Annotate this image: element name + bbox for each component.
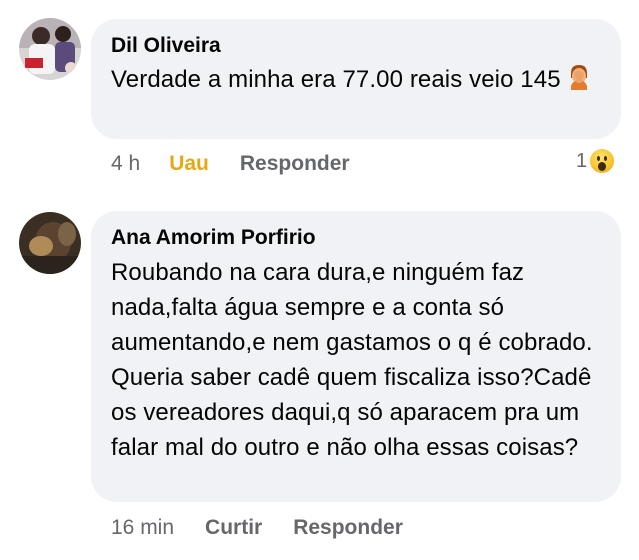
facepalm-emoji-icon <box>567 64 591 90</box>
comment-author[interactable]: Dil Oliveira <box>111 34 221 58</box>
comment-actions: 16 min Curtir Responder <box>111 516 403 540</box>
avatar-dil-oliveira[interactable] <box>19 18 81 80</box>
reply-button[interactable]: Responder <box>240 152 350 176</box>
comment-timestamp[interactable]: 4 h <box>111 152 140 176</box>
comment-ana-amorim-porfirio: Ana Amorim Porfirio Roubando na cara dur… <box>0 190 639 560</box>
comment-text: Roubando na cara dura,e ninguém faz nada… <box>111 259 593 461</box>
comment-timestamp[interactable]: 16 min <box>111 516 174 540</box>
reaction-count: 1 <box>576 149 588 172</box>
reply-button[interactable]: Responder <box>293 516 403 540</box>
comment-text-content: Verdade a minha era 77.00 reais veio 145 <box>111 66 561 93</box>
comment-dil-oliveira: Dil Oliveira Verdade a minha era 77.00 r… <box>0 0 639 190</box>
wow-emoji-icon <box>590 149 615 173</box>
like-button[interactable]: Curtir <box>205 516 262 540</box>
comment-text: Verdade a minha era 77.00 reais veio 145 <box>111 62 611 97</box>
avatar-ana-amorim-porfirio[interactable] <box>19 212 81 274</box>
reaction-uau-button[interactable]: Uau <box>169 152 209 176</box>
reaction-summary[interactable]: 1 <box>576 149 615 173</box>
comment-actions: 4 h Uau Responder <box>111 152 350 176</box>
comment-author[interactable]: Ana Amorim Porfirio <box>111 226 316 250</box>
